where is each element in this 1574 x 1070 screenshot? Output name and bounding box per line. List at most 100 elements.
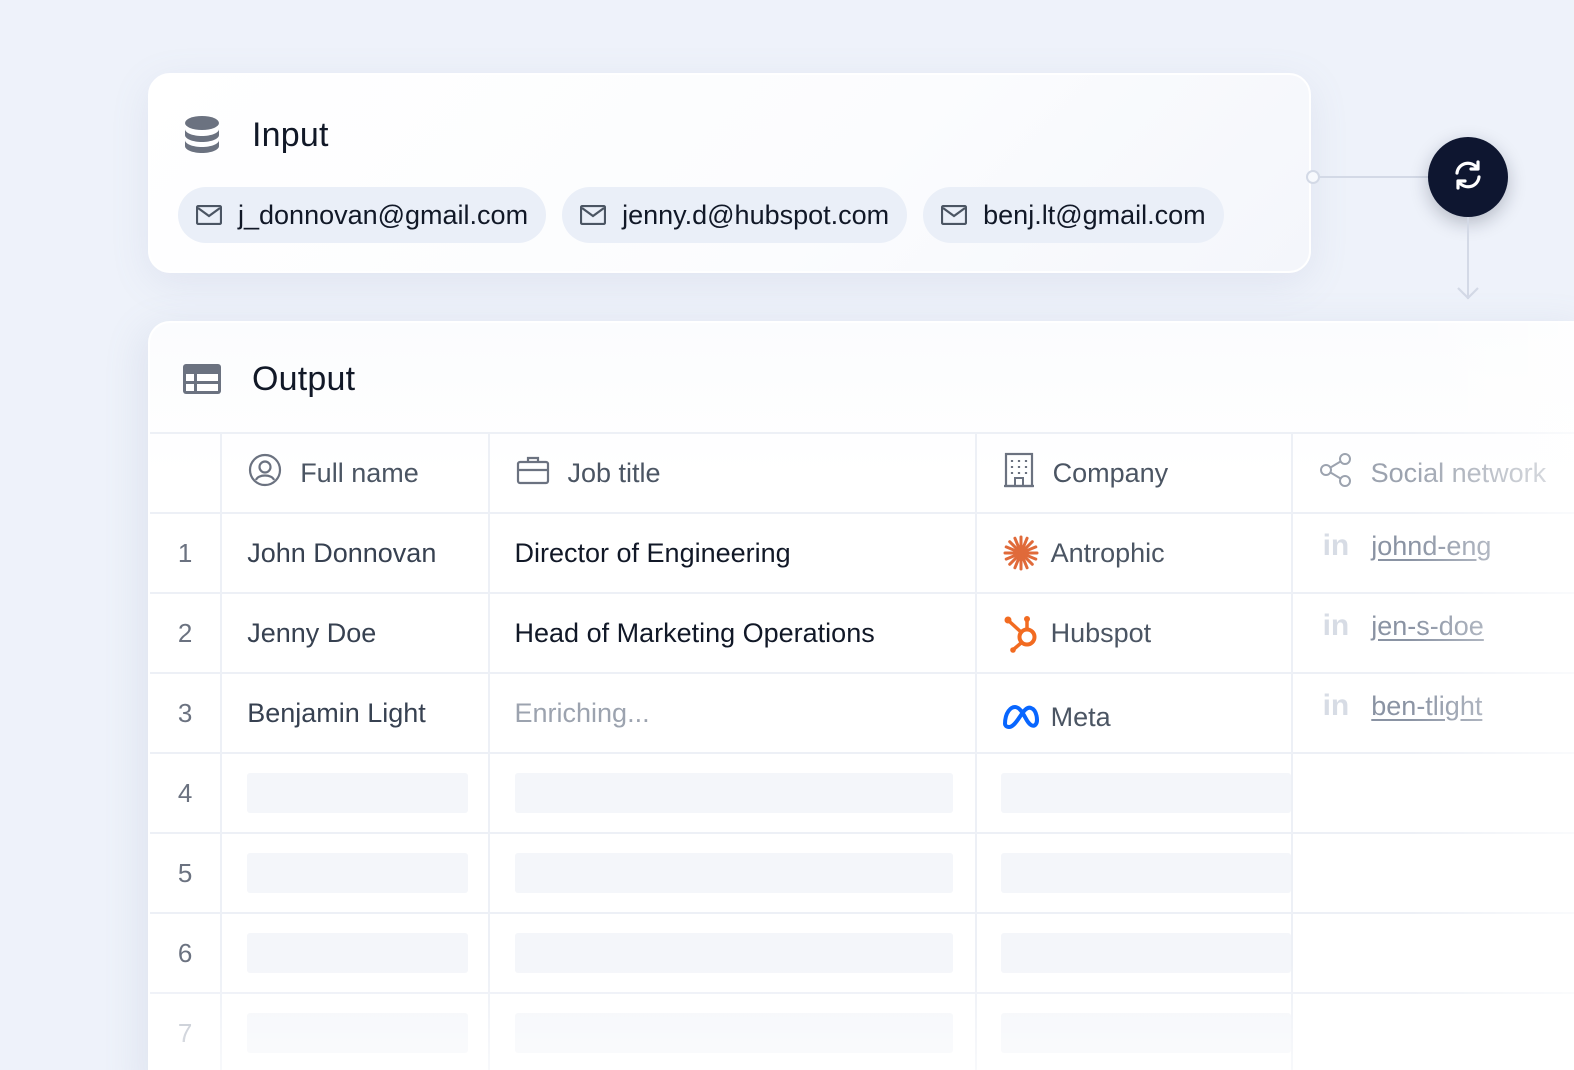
linkedin-icon: in: [1322, 609, 1350, 642]
linkedin-icon: in: [1322, 529, 1350, 562]
row-index: 4: [150, 753, 223, 834]
skeleton-placeholder: [247, 933, 469, 973]
mail-icon: [196, 205, 222, 225]
input-card: Input j_donnovan@gmail.com jenny.d@hubsp…: [148, 73, 1311, 273]
company-cell: [975, 993, 1293, 1070]
company-cell: [975, 833, 1293, 914]
skeleton-placeholder: [1000, 933, 1291, 973]
briefcase-icon: [516, 454, 550, 493]
table-row-loading: 7: [150, 993, 1574, 1070]
output-header: Output: [182, 359, 355, 399]
table-row[interactable]: 1 John Donnovan Director of Engineering …: [150, 513, 1574, 594]
social-profile-link[interactable]: ben-tlight: [1371, 691, 1482, 722]
full-name-cell: [221, 913, 490, 994]
company-cell: Meta: [975, 673, 1293, 754]
full-name-cell: [221, 753, 490, 834]
hubspot-logo-icon: [1001, 613, 1041, 653]
skeleton-placeholder: [247, 1013, 469, 1053]
connector-line: [1311, 176, 1431, 178]
email-chip-label: jenny.d@hubspot.com: [622, 199, 890, 230]
email-chip-label: j_donnovan@gmail.com: [238, 199, 529, 230]
email-chip-label: benj.lt@gmail.com: [983, 199, 1206, 230]
row-index: 7: [150, 993, 223, 1070]
social-cell: in ben-tlight: [1291, 673, 1574, 754]
email-chip-list: j_donnovan@gmail.com jenny.d@hubspot.com…: [178, 187, 1224, 243]
company-cell: [975, 913, 1293, 994]
company-cell: Antrophic: [975, 513, 1293, 594]
output-card: Output Full name Job title Company Socia…: [148, 321, 1574, 1070]
email-chip[interactable]: benj.lt@gmail.com: [923, 187, 1224, 243]
mail-icon: [941, 205, 968, 225]
column-header-company[interactable]: Company: [975, 432, 1293, 514]
company-name: Hubspot: [1050, 617, 1152, 648]
output-table: Full name Job title Company Social netwo…: [150, 432, 1574, 1070]
row-index: 3: [150, 673, 223, 754]
social-cell: [1291, 913, 1574, 994]
full-name-cell: [221, 993, 490, 1070]
column-header-job-title[interactable]: Job title: [488, 432, 977, 514]
skeleton-placeholder: [514, 1013, 953, 1053]
output-title: Output: [252, 359, 356, 398]
table-row-loading: 5: [150, 833, 1574, 914]
table-row-loading: 4: [150, 753, 1574, 834]
skeleton-placeholder: [1000, 1013, 1291, 1053]
table-row[interactable]: 2 Jenny Doe Head of Marketing Operations: [150, 593, 1574, 674]
skeleton-placeholder: [1000, 773, 1291, 813]
sync-icon: [1451, 158, 1485, 197]
skeleton-placeholder: [514, 853, 953, 893]
job-title-cell: [488, 833, 977, 914]
social-cell: in johnd-eng: [1291, 513, 1574, 594]
job-title-cell: [488, 993, 977, 1070]
skeleton-placeholder: [514, 773, 953, 813]
table-header-row: Full name Job title Company Social netwo…: [150, 432, 1574, 514]
row-index: 2: [150, 593, 223, 674]
table-row[interactable]: 3 Benjamin Light Enriching... Meta in be…: [150, 673, 1574, 754]
social-profile-link[interactable]: jen-s-doe: [1371, 611, 1484, 642]
full-name-cell: John Donnovan: [221, 513, 490, 594]
building-icon: [1003, 452, 1035, 495]
email-chip[interactable]: j_donnovan@gmail.com: [178, 187, 547, 243]
full-name-cell: Jenny Doe: [221, 593, 490, 674]
job-title-cell: Head of Marketing Operations: [488, 593, 977, 674]
sync-button[interactable]: [1428, 137, 1508, 217]
table-row-loading: 6: [150, 913, 1574, 994]
skeleton-placeholder: [1000, 853, 1291, 893]
job-title-cell-enriching: Enriching...: [488, 673, 977, 754]
full-name-cell: [221, 833, 490, 914]
table-icon: [182, 359, 222, 399]
social-profile-link[interactable]: johnd-eng: [1371, 531, 1491, 562]
linkedin-icon: in: [1322, 689, 1350, 722]
share-icon: [1319, 452, 1353, 495]
social-cell: [1291, 833, 1574, 914]
database-icon: [182, 115, 222, 155]
row-index: 6: [150, 913, 223, 994]
job-title-cell: [488, 913, 977, 994]
company-name: Antrophic: [1050, 537, 1165, 568]
skeleton-placeholder: [247, 853, 469, 893]
index-header: [150, 432, 223, 514]
social-cell: in jen-s-doe: [1291, 593, 1574, 674]
company-name: Meta: [1050, 701, 1111, 732]
column-header-social-network[interactable]: Social network: [1291, 432, 1574, 514]
job-title-cell: [488, 753, 977, 834]
job-title-cell: Director of Engineering: [488, 513, 977, 594]
column-header-full-name[interactable]: Full name: [221, 432, 490, 514]
mail-icon: [580, 205, 607, 225]
user-circle-icon: [248, 453, 282, 494]
meta-logo-icon: [1001, 697, 1041, 737]
social-cell: [1291, 753, 1574, 834]
company-cell: [975, 753, 1293, 834]
row-index: 1: [150, 513, 223, 594]
social-cell: [1291, 993, 1574, 1070]
full-name-cell: Benjamin Light: [221, 673, 490, 754]
anthropic-logo-icon: [1001, 533, 1041, 573]
email-chip[interactable]: jenny.d@hubspot.com: [562, 187, 908, 243]
skeleton-placeholder: [247, 773, 469, 813]
input-header: Input: [182, 115, 329, 155]
skeleton-placeholder: [514, 933, 953, 973]
arrow-down-icon: [1455, 284, 1481, 302]
company-cell: Hubspot: [975, 593, 1293, 674]
input-title: Input: [252, 115, 329, 154]
connector-node: [1306, 170, 1320, 184]
row-index: 5: [150, 833, 223, 914]
